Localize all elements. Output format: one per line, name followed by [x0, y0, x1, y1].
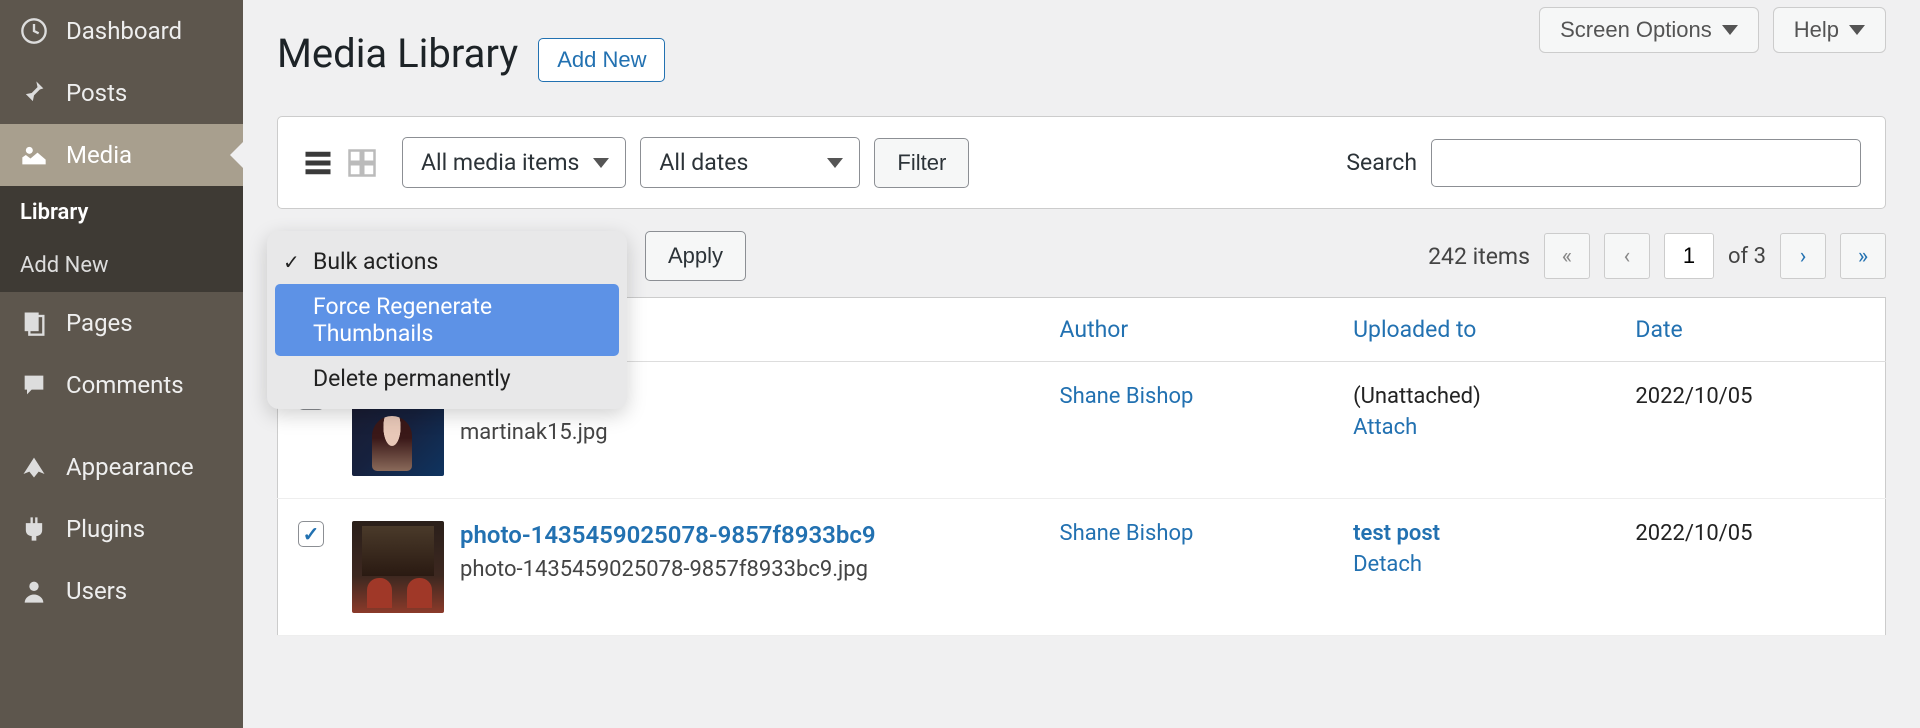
- list-view-button[interactable]: [302, 147, 334, 179]
- pin-icon: [20, 79, 48, 107]
- total-items-label: 242 items: [1428, 243, 1530, 270]
- attach-action-link[interactable]: Attach: [1353, 415, 1417, 440]
- bulk-option-regenerate[interactable]: Force Regenerate Thumbnails: [275, 284, 619, 356]
- search-input[interactable]: [1431, 139, 1861, 187]
- page-number-input[interactable]: [1665, 234, 1713, 278]
- column-date[interactable]: Date: [1621, 298, 1885, 362]
- top-right-buttons: Screen Options Help: [1539, 7, 1886, 53]
- media-date: 2022/10/05: [1621, 362, 1885, 499]
- bulk-option-default[interactable]: ✓ Bulk actions: [267, 239, 627, 284]
- pagination-current-input[interactable]: [1664, 233, 1714, 279]
- filter-button[interactable]: Filter: [874, 138, 969, 188]
- sidebar-item-plugins[interactable]: Plugins: [0, 498, 243, 560]
- sidebar-item-dashboard[interactable]: Dashboard: [0, 0, 243, 62]
- pagination-total-pages: of 3: [1728, 244, 1766, 269]
- sidebar-item-label: Users: [66, 577, 127, 605]
- help-label: Help: [1794, 17, 1839, 43]
- media-title-link[interactable]: photo-1435459025078-9857f8933bc9: [460, 521, 876, 549]
- table-row: photo-1435459025078-9857f8933bc9 photo-1…: [278, 499, 1886, 636]
- table-nav-top: ✓ Bulk actions Force Regenerate Thumbnai…: [277, 209, 1886, 297]
- comments-icon: [20, 371, 48, 399]
- admin-sidebar: Dashboard Posts Media Library Add New Pa…: [0, 0, 243, 728]
- plugins-icon: [20, 515, 48, 543]
- pages-icon: [20, 309, 48, 337]
- users-icon: [20, 577, 48, 605]
- sidebar-item-comments[interactable]: Comments: [0, 354, 243, 416]
- view-mode-toggle: [302, 147, 378, 179]
- dashboard-icon: [20, 17, 48, 45]
- column-uploaded-to[interactable]: Uploaded to: [1339, 298, 1621, 362]
- sidebar-item-label: Plugins: [66, 515, 145, 543]
- dates-filter[interactable]: All dates: [640, 137, 860, 188]
- screen-options-label: Screen Options: [1560, 17, 1712, 43]
- media-icon: [20, 141, 48, 169]
- sidebar-item-label: Dashboard: [66, 17, 182, 45]
- sidebar-item-appearance[interactable]: Appearance: [0, 436, 243, 498]
- media-thumbnail[interactable]: [352, 521, 444, 613]
- page-title: Media Library: [277, 30, 518, 77]
- attached-post-link[interactable]: test post: [1353, 521, 1440, 546]
- screen-options-button[interactable]: Screen Options: [1539, 7, 1759, 53]
- sidebar-item-label: Pages: [66, 309, 133, 337]
- help-button[interactable]: Help: [1773, 7, 1886, 53]
- bulk-option-label: Delete permanently: [313, 365, 511, 392]
- grid-icon: [347, 148, 377, 178]
- sidebar-item-label: Comments: [66, 371, 184, 399]
- add-new-button[interactable]: Add New: [538, 38, 665, 82]
- column-author[interactable]: Author: [1046, 298, 1340, 362]
- sidebar-item-media[interactable]: Media: [0, 124, 243, 186]
- media-filename: photo-1435459025078-9857f8933bc9.jpg: [460, 557, 876, 582]
- sidebar-item-label: Appearance: [66, 453, 194, 481]
- pagination-next-button[interactable]: ›: [1780, 233, 1826, 279]
- sidebar-item-pages[interactable]: Pages: [0, 292, 243, 354]
- chevron-down-icon: [1722, 25, 1738, 35]
- sidebar-subitem-library[interactable]: Library: [0, 186, 243, 239]
- row-checkbox[interactable]: [298, 521, 324, 547]
- attached-status: (Unattached): [1353, 384, 1607, 409]
- main-content: Screen Options Help Media Library Add Ne…: [243, 0, 1920, 728]
- appearance-icon: [20, 453, 48, 481]
- filter-bar: All media items All dates Filter Search: [277, 116, 1886, 209]
- author-link[interactable]: Shane Bishop: [1060, 384, 1194, 409]
- sidebar-subitem-add-new[interactable]: Add New: [0, 239, 243, 292]
- bulk-option-label: Force Regenerate Thumbnails: [313, 293, 492, 347]
- search-label: Search: [1346, 149, 1417, 176]
- media-date: 2022/10/05: [1621, 499, 1885, 636]
- attach-action-link[interactable]: Detach: [1353, 552, 1422, 577]
- pagination: 242 items « ‹ of 3 › »: [1428, 233, 1886, 279]
- grid-view-button[interactable]: [346, 147, 378, 179]
- pagination-first-button[interactable]: «: [1544, 233, 1590, 279]
- check-icon: ✓: [283, 250, 300, 274]
- bulk-option-label: Bulk actions: [313, 248, 438, 275]
- sidebar-item-label: Posts: [66, 79, 127, 107]
- bulk-actions-dropdown[interactable]: ✓ Bulk actions Force Regenerate Thumbnai…: [267, 231, 627, 409]
- sidebar-item-label: Media: [66, 141, 132, 169]
- list-icon: [303, 148, 333, 178]
- pagination-last-button[interactable]: »: [1840, 233, 1886, 279]
- sidebar-item-users[interactable]: Users: [0, 560, 243, 622]
- chevron-down-icon: [1849, 25, 1865, 35]
- apply-button[interactable]: Apply: [645, 231, 746, 281]
- media-type-filter[interactable]: All media items: [402, 137, 626, 188]
- bulk-option-delete[interactable]: Delete permanently: [267, 356, 627, 401]
- sidebar-item-posts[interactable]: Posts: [0, 62, 243, 124]
- media-filename: martinak15.jpg: [460, 420, 608, 445]
- sidebar-submenu: Library Add New: [0, 186, 243, 292]
- author-link[interactable]: Shane Bishop: [1060, 521, 1194, 546]
- pagination-prev-button[interactable]: ‹: [1604, 233, 1650, 279]
